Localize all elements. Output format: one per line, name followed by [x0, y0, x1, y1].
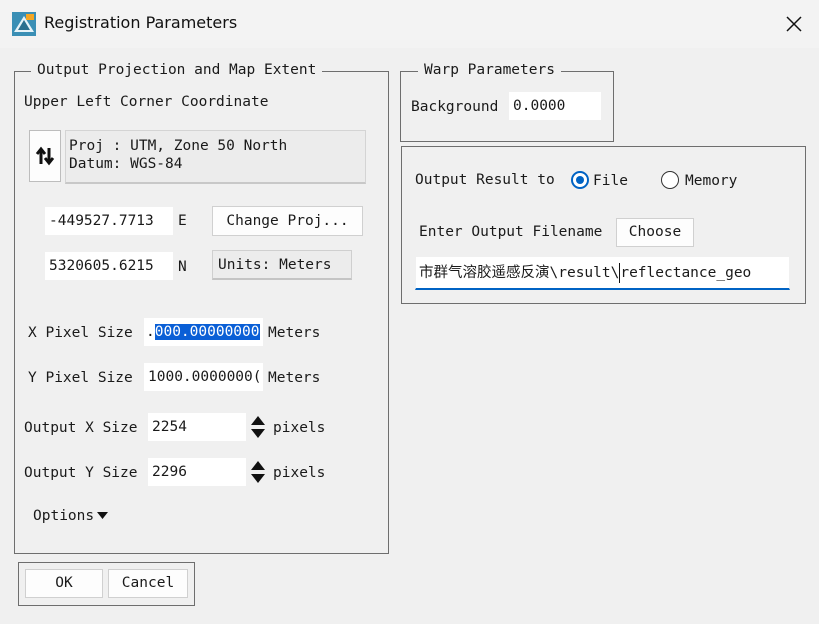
- spinner-arrows-icon: [251, 416, 265, 438]
- close-button[interactable]: [780, 11, 808, 37]
- x-pixel-size-unit: Meters: [268, 325, 321, 341]
- change-proj-button[interactable]: Change Proj...: [212, 206, 363, 236]
- choose-button[interactable]: Choose: [616, 218, 694, 247]
- easting-unit: E: [178, 213, 187, 229]
- output-result-label: Output Result to: [415, 172, 555, 188]
- output-projection-legend: Output Projection and Map Extent: [31, 62, 323, 78]
- x-pixel-size-input[interactable]: .000.00000000: [143, 317, 264, 347]
- northing-input[interactable]: 5320605.6215: [44, 251, 174, 281]
- filename-text-before-cursor: 市群气溶胶遥感反演\result\: [419, 265, 620, 281]
- swap-arrows-icon: [35, 146, 55, 166]
- output-y-size-label: Output Y Size: [24, 465, 138, 481]
- projection-text: Proj : UTM, Zone 50 North: [69, 138, 288, 154]
- options-menu-button[interactable]: Options: [33, 508, 109, 524]
- northing-unit: N: [178, 259, 187, 275]
- memory-radio-label[interactable]: Memory: [685, 173, 737, 189]
- x-pixel-size-label: X Pixel Size: [28, 325, 133, 341]
- window-title: Registration Parameters: [44, 13, 238, 32]
- output-x-size-unit: pixels: [273, 420, 326, 436]
- caret-down-icon: [97, 512, 109, 519]
- options-label: Options: [33, 508, 95, 524]
- y-pixel-size-label: Y Pixel Size: [28, 370, 133, 386]
- output-y-size-input[interactable]: 2296: [147, 457, 247, 487]
- file-radio[interactable]: [571, 171, 589, 189]
- cancel-button[interactable]: Cancel: [108, 569, 188, 598]
- filename-label: Enter Output Filename: [419, 224, 603, 240]
- background-label: Background: [411, 99, 499, 115]
- app-globe-icon: [12, 12, 36, 36]
- filename-text-after-cursor: reflectance_geo: [620, 265, 752, 281]
- ok-button[interactable]: OK: [25, 569, 103, 598]
- output-x-size-label: Output X Size: [24, 420, 138, 436]
- y-pixel-size-input[interactable]: 1000.0000000(: [143, 362, 264, 392]
- file-radio-label[interactable]: File: [593, 173, 628, 189]
- close-icon: [786, 16, 802, 32]
- x-pixel-size-prefix: .: [146, 324, 155, 340]
- units-button[interactable]: Units: Meters: [212, 250, 352, 280]
- easting-input[interactable]: -449527.7713: [44, 206, 174, 236]
- memory-radio[interactable]: [661, 171, 679, 189]
- background-input[interactable]: 0.0000: [508, 91, 602, 121]
- x-pixel-size-selection: 000.00000000: [154, 324, 260, 340]
- output-x-size-spinner[interactable]: [249, 414, 267, 440]
- filename-input[interactable]: 市群气溶胶遥感反演\result\reflectance_geo: [415, 256, 790, 290]
- output-y-size-spinner[interactable]: [249, 459, 267, 485]
- warp-parameters-legend: Warp Parameters: [418, 62, 561, 78]
- swap-coordinates-button[interactable]: [29, 130, 61, 182]
- datum-text: Datum: WGS-84: [69, 156, 183, 172]
- output-y-size-unit: pixels: [273, 465, 326, 481]
- spinner-arrows-icon: [251, 461, 265, 483]
- upper-left-label: Upper Left Corner Coordinate: [24, 94, 269, 110]
- y-pixel-size-unit: Meters: [268, 370, 321, 386]
- output-x-size-input[interactable]: 2254: [147, 412, 247, 442]
